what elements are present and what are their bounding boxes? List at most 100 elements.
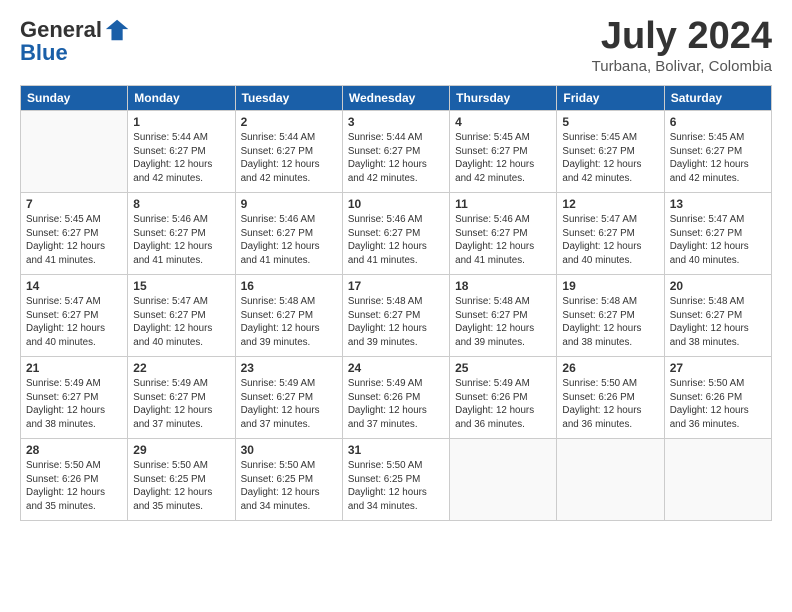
table-row: 27 Sunrise: 5:50 AM Sunset: 6:26 PM Dayli…: [664, 356, 771, 438]
day-number: 12: [562, 197, 658, 211]
day-number: 8: [133, 197, 229, 211]
day-number: 6: [670, 115, 766, 129]
page-header: General Blue July 2024 Turbana, Bolivar,…: [20, 16, 772, 75]
day-info: Sunrise: 5:47 AM Sunset: 6:27 PM Dayligh…: [562, 213, 658, 268]
day-number: 10: [348, 197, 444, 211]
day-number: 9: [241, 197, 337, 211]
day-info: Sunrise: 5:46 AM Sunset: 6:27 PM Dayligh…: [133, 213, 229, 268]
day-number: 7: [26, 197, 122, 211]
day-number: 14: [26, 279, 122, 293]
logo: General Blue: [20, 16, 132, 66]
day-info: Sunrise: 5:48 AM Sunset: 6:27 PM Dayligh…: [562, 295, 658, 350]
logo-icon: [104, 16, 132, 44]
day-number: 15: [133, 279, 229, 293]
day-info: Sunrise: 5:49 AM Sunset: 6:27 PM Dayligh…: [133, 377, 229, 432]
day-number: 3: [348, 115, 444, 129]
day-info: Sunrise: 5:48 AM Sunset: 6:27 PM Dayligh…: [241, 295, 337, 350]
calendar-week-row: 1Sunrise: 5:44 AM Sunset: 6:27 PM Daylig…: [21, 110, 772, 192]
table-row: 24 Sunrise: 5:49 AM Sunset: 6:26 PM Dayli…: [342, 356, 449, 438]
day-info: Sunrise: 5:48 AM Sunset: 6:27 PM Dayligh…: [455, 295, 551, 350]
day-number: 29: [133, 443, 229, 457]
table-row: 12 Sunrise: 5:47 AM Sunset: 6:27 PM Dayli…: [557, 192, 664, 274]
table-row: 29 Sunrise: 5:50 AM Sunset: 6:25 PM Dayli…: [128, 438, 235, 520]
day-info: Sunrise: 5:50 AM Sunset: 6:25 PM Dayligh…: [133, 459, 229, 514]
day-number: 13: [670, 197, 766, 211]
calendar-week-row: 21 Sunrise: 5:49 AM Sunset: 6:27 PM Dayli…: [21, 356, 772, 438]
header-sunday: Sunday: [21, 85, 128, 110]
day-number: 22: [133, 361, 229, 375]
location-title: Turbana, Bolivar, Colombia: [592, 58, 772, 75]
header-monday: Monday: [128, 85, 235, 110]
day-number: 19: [562, 279, 658, 293]
day-info: Sunrise: 5:50 AM Sunset: 6:25 PM Dayligh…: [241, 459, 337, 514]
day-info: Sunrise: 5:45 AM Sunset: 6:27 PM Dayligh…: [455, 131, 551, 186]
day-number: 27: [670, 361, 766, 375]
day-info: Sunrise: 5:45 AM Sunset: 6:27 PM Dayligh…: [670, 131, 766, 186]
day-info: Sunrise: 5:50 AM Sunset: 6:25 PM Dayligh…: [348, 459, 444, 514]
day-number: 28: [26, 443, 122, 457]
day-number: 26: [562, 361, 658, 375]
calendar-header-row: Sunday Monday Tuesday Wednesday Thursday…: [21, 85, 772, 110]
day-info: Sunrise: 5:46 AM Sunset: 6:27 PM Dayligh…: [241, 213, 337, 268]
table-row: 26Sunrise: 5:50 AM Sunset: 6:26 PM Dayli…: [557, 356, 664, 438]
day-number: 5: [562, 115, 658, 129]
day-number: 31: [348, 443, 444, 457]
table-row: 25 Sunrise: 5:49 AM Sunset: 6:26 PM Dayli…: [450, 356, 557, 438]
day-info: Sunrise: 5:47 AM Sunset: 6:27 PM Dayligh…: [133, 295, 229, 350]
calendar-body: 1Sunrise: 5:44 AM Sunset: 6:27 PM Daylig…: [21, 110, 772, 520]
table-row: 9 Sunrise: 5:46 AM Sunset: 6:27 PM Daylig…: [235, 192, 342, 274]
header-tuesday: Tuesday: [235, 85, 342, 110]
table-row: 14 Sunrise: 5:47 AM Sunset: 6:27 PM Dayli…: [21, 274, 128, 356]
table-row: 7 Sunrise: 5:45 AM Sunset: 6:27 PM Daylig…: [21, 192, 128, 274]
table-row: 19 Sunrise: 5:48 AM Sunset: 6:27 PM Dayli…: [557, 274, 664, 356]
day-number: 4: [455, 115, 551, 129]
day-info: Sunrise: 5:44 AM Sunset: 6:27 PM Dayligh…: [241, 131, 337, 186]
table-row: 17Sunrise: 5:48 AM Sunset: 6:27 PM Dayli…: [342, 274, 449, 356]
day-info: Sunrise: 5:45 AM Sunset: 6:27 PM Dayligh…: [562, 131, 658, 186]
table-row: 11Sunrise: 5:46 AM Sunset: 6:27 PM Dayli…: [450, 192, 557, 274]
table-row: 31 Sunrise: 5:50 AM Sunset: 6:25 PM Dayli…: [342, 438, 449, 520]
day-info: Sunrise: 5:50 AM Sunset: 6:26 PM Dayligh…: [670, 377, 766, 432]
table-row: 3 Sunrise: 5:44 AM Sunset: 6:27 PM Daylig…: [342, 110, 449, 192]
table-row: 30 Sunrise: 5:50 AM Sunset: 6:25 PM Dayli…: [235, 438, 342, 520]
table-row: 20Sunrise: 5:48 AM Sunset: 6:27 PM Dayli…: [664, 274, 771, 356]
table-row: 16Sunrise: 5:48 AM Sunset: 6:27 PM Dayli…: [235, 274, 342, 356]
day-info: Sunrise: 5:44 AM Sunset: 6:27 PM Dayligh…: [133, 131, 229, 186]
table-row: 21 Sunrise: 5:49 AM Sunset: 6:27 PM Dayli…: [21, 356, 128, 438]
day-info: Sunrise: 5:45 AM Sunset: 6:27 PM Dayligh…: [26, 213, 122, 268]
table-row: 18 Sunrise: 5:48 AM Sunset: 6:27 PM Dayli…: [450, 274, 557, 356]
table-row: 10 Sunrise: 5:46 AM Sunset: 6:27 PM Dayli…: [342, 192, 449, 274]
calendar-table: Sunday Monday Tuesday Wednesday Thursday…: [20, 85, 772, 521]
day-info: Sunrise: 5:44 AM Sunset: 6:27 PM Dayligh…: [348, 131, 444, 186]
table-row: [664, 438, 771, 520]
table-row: 13Sunrise: 5:47 AM Sunset: 6:27 PM Dayli…: [664, 192, 771, 274]
day-info: Sunrise: 5:49 AM Sunset: 6:27 PM Dayligh…: [241, 377, 337, 432]
table-row: [557, 438, 664, 520]
day-number: 21: [26, 361, 122, 375]
day-info: Sunrise: 5:50 AM Sunset: 6:26 PM Dayligh…: [26, 459, 122, 514]
header-saturday: Saturday: [664, 85, 771, 110]
day-number: 24: [348, 361, 444, 375]
table-row: 15 Sunrise: 5:47 AM Sunset: 6:27 PM Dayli…: [128, 274, 235, 356]
table-row: 22 Sunrise: 5:49 AM Sunset: 6:27 PM Dayli…: [128, 356, 235, 438]
calendar-week-row: 28 Sunrise: 5:50 AM Sunset: 6:26 PM Dayli…: [21, 438, 772, 520]
day-number: 20: [670, 279, 766, 293]
day-info: Sunrise: 5:46 AM Sunset: 6:27 PM Dayligh…: [348, 213, 444, 268]
day-number: 18: [455, 279, 551, 293]
day-info: Sunrise: 5:49 AM Sunset: 6:26 PM Dayligh…: [348, 377, 444, 432]
day-number: 30: [241, 443, 337, 457]
calendar-week-row: 7 Sunrise: 5:45 AM Sunset: 6:27 PM Daylig…: [21, 192, 772, 274]
table-row: 4 Sunrise: 5:45 AM Sunset: 6:27 PM Daylig…: [450, 110, 557, 192]
day-number: 25: [455, 361, 551, 375]
header-thursday: Thursday: [450, 85, 557, 110]
header-wednesday: Wednesday: [342, 85, 449, 110]
day-info: Sunrise: 5:49 AM Sunset: 6:26 PM Dayligh…: [455, 377, 551, 432]
day-info: Sunrise: 5:49 AM Sunset: 6:27 PM Dayligh…: [26, 377, 122, 432]
day-info: Sunrise: 5:48 AM Sunset: 6:27 PM Dayligh…: [348, 295, 444, 350]
table-row: 2Sunrise: 5:44 AM Sunset: 6:27 PM Daylig…: [235, 110, 342, 192]
table-row: 8 Sunrise: 5:46 AM Sunset: 6:27 PM Daylig…: [128, 192, 235, 274]
day-info: Sunrise: 5:47 AM Sunset: 6:27 PM Dayligh…: [26, 295, 122, 350]
day-info: Sunrise: 5:46 AM Sunset: 6:27 PM Dayligh…: [455, 213, 551, 268]
table-row: 6 Sunrise: 5:45 AM Sunset: 6:27 PM Daylig…: [664, 110, 771, 192]
table-row: 1Sunrise: 5:44 AM Sunset: 6:27 PM Daylig…: [128, 110, 235, 192]
